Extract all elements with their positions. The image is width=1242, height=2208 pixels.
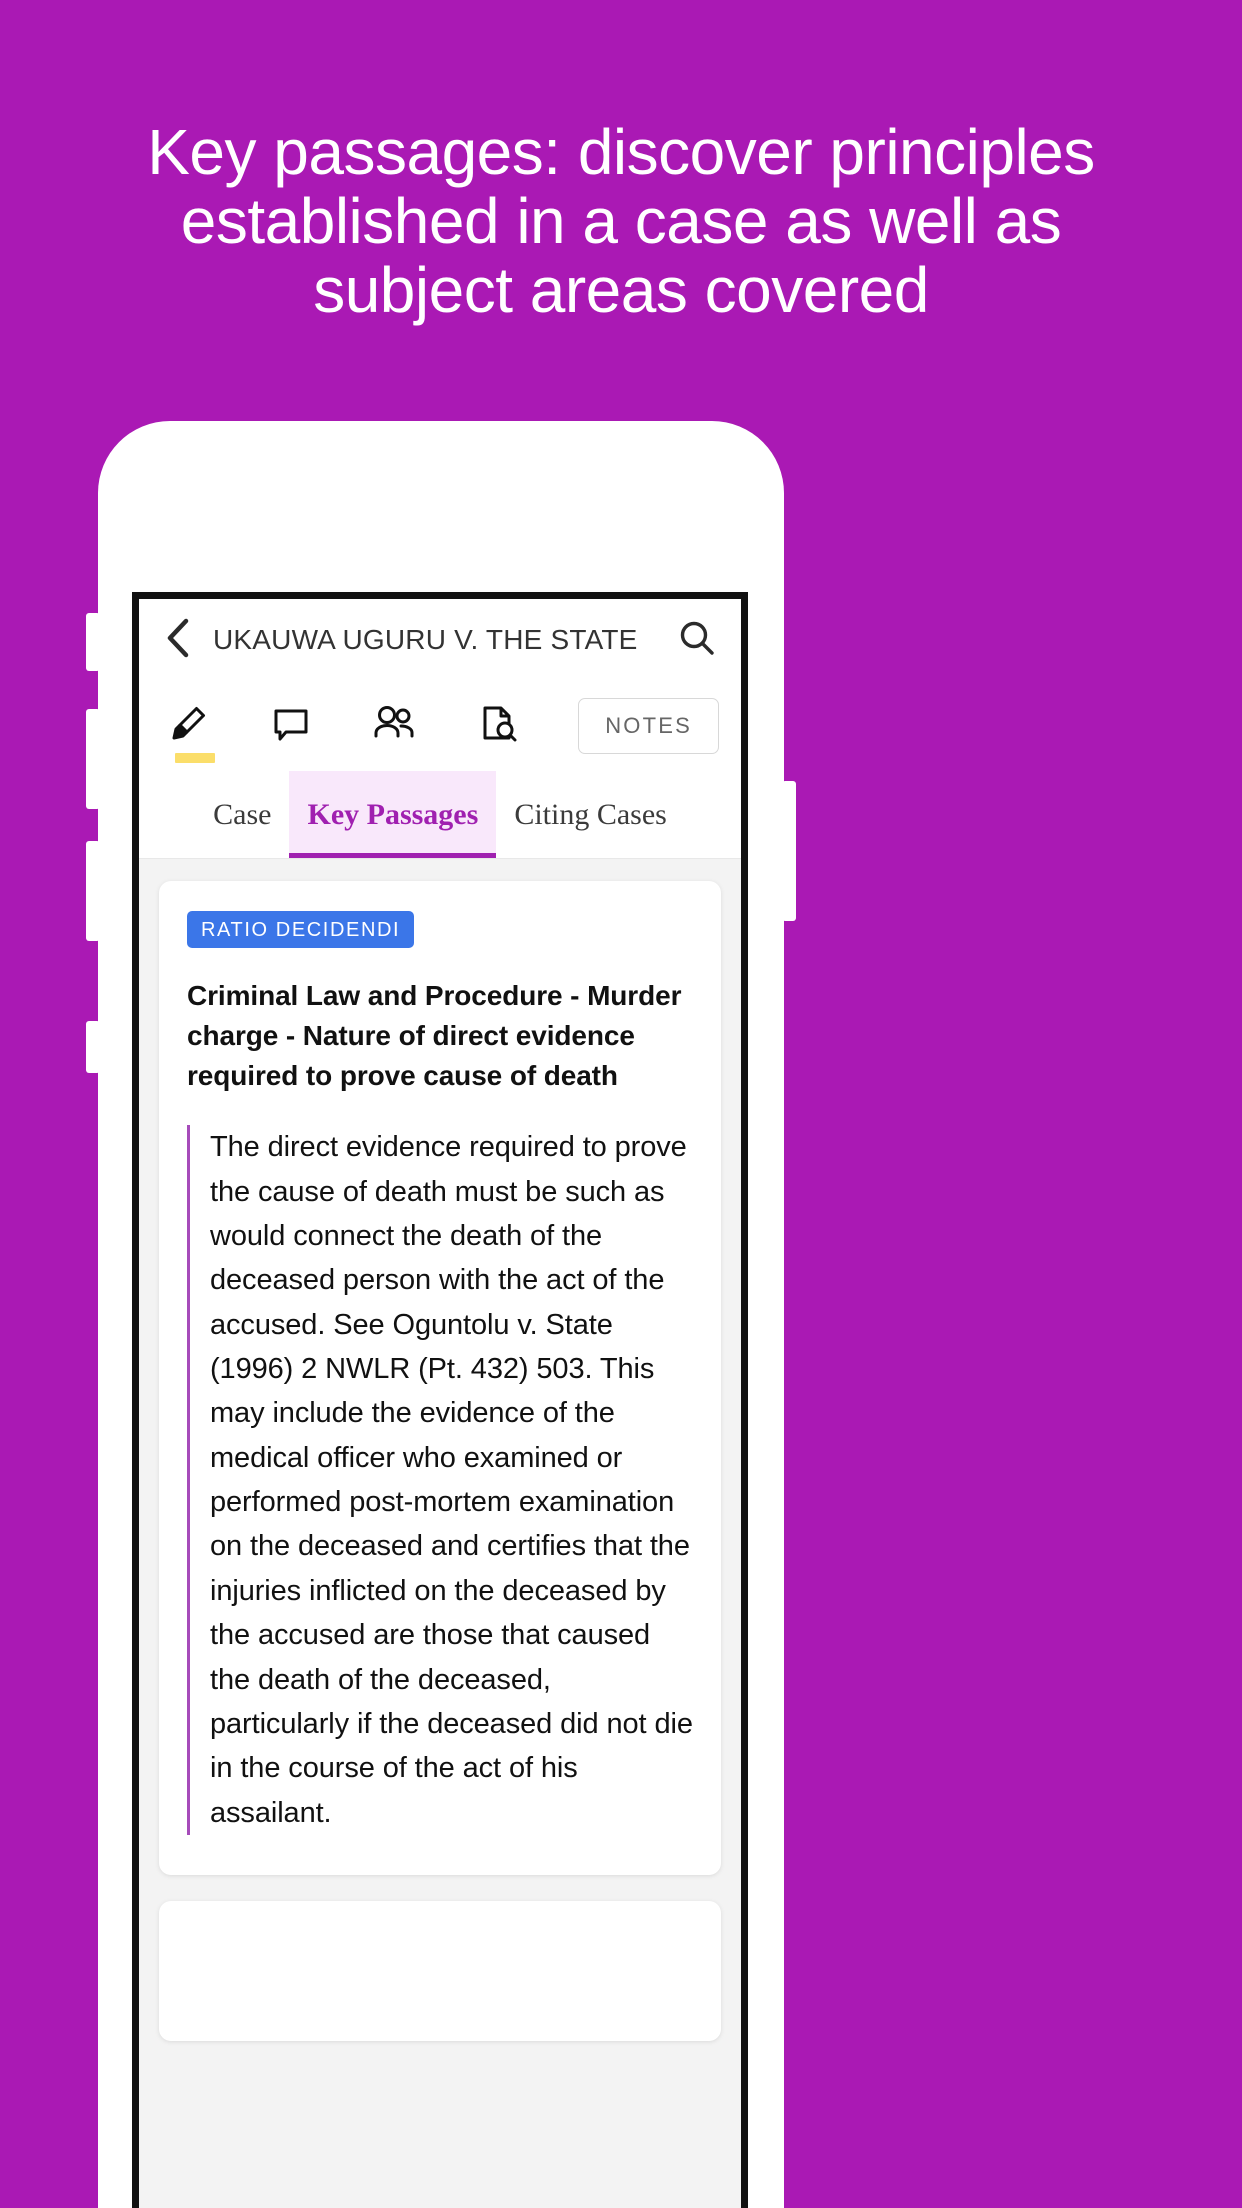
tab-case[interactable]: Case	[195, 771, 289, 858]
annotation-toolbar: NOTES	[139, 681, 741, 771]
phone-mockup: UKAUWA UGURU V. THE STATE NOTES Case Key…	[86, 421, 796, 2208]
phone-side-button-extra[interactable]	[86, 1021, 100, 1073]
passage-card-next[interactable]	[159, 1901, 721, 2041]
back-button[interactable]	[153, 616, 201, 664]
hero-headline: Key passages: discover principles establ…	[0, 116, 1242, 327]
chevron-left-icon	[164, 617, 190, 664]
content-tabs: Case Key Passages Citing Cases	[139, 771, 741, 859]
passage-list[interactable]: RATIO DECIDENDI Criminal Law and Procedu…	[139, 859, 741, 2208]
search-icon	[678, 619, 716, 662]
document-search-tool-button[interactable]	[475, 695, 520, 757]
phone-body: UKAUWA UGURU V. THE STATE NOTES Case Key…	[86, 421, 796, 2208]
hero-line-3: subject areas covered	[313, 254, 929, 327]
passage-heading: Criminal Law and Procedure - Murder char…	[187, 980, 682, 1091]
passage-card[interactable]: RATIO DECIDENDI Criminal Law and Procedu…	[159, 881, 721, 1875]
hero-line-1: Key passages: discover principles	[147, 116, 1095, 188]
hero-line-2: established in a case as well as	[180, 185, 1062, 258]
people-icon	[371, 702, 417, 751]
page-title: UKAUWA UGURU V. THE STATE	[213, 624, 638, 655]
status-badge: RATIO DECIDENDI	[187, 911, 415, 948]
phone-volume-up-button[interactable]	[86, 709, 100, 809]
comment-tool-button[interactable]	[268, 695, 313, 757]
phone-volume-down-button[interactable]	[86, 841, 100, 941]
phone-power-button[interactable]	[782, 781, 796, 921]
tab-citing-cases[interactable]: Citing Cases	[496, 771, 685, 858]
tab-key-passages[interactable]: Key Passages	[289, 771, 497, 858]
notes-button[interactable]: NOTES	[578, 698, 719, 754]
people-tool-button[interactable]	[371, 695, 417, 757]
highlighter-icon	[166, 702, 210, 751]
document-search-icon	[476, 702, 520, 751]
highlighter-tool-button[interactable]	[165, 695, 216, 763]
phone-silent-switch[interactable]	[86, 613, 100, 671]
search-button[interactable]	[673, 616, 721, 664]
passage-quote: The direct evidence required to prove th…	[187, 1125, 693, 1835]
app-root: UKAUWA UGURU V. THE STATE NOTES Case Key…	[139, 599, 741, 2208]
comment-icon	[269, 702, 313, 751]
app-bar: UKAUWA UGURU V. THE STATE	[139, 599, 741, 681]
phone-screen: UKAUWA UGURU V. THE STATE NOTES Case Key…	[132, 592, 748, 2208]
